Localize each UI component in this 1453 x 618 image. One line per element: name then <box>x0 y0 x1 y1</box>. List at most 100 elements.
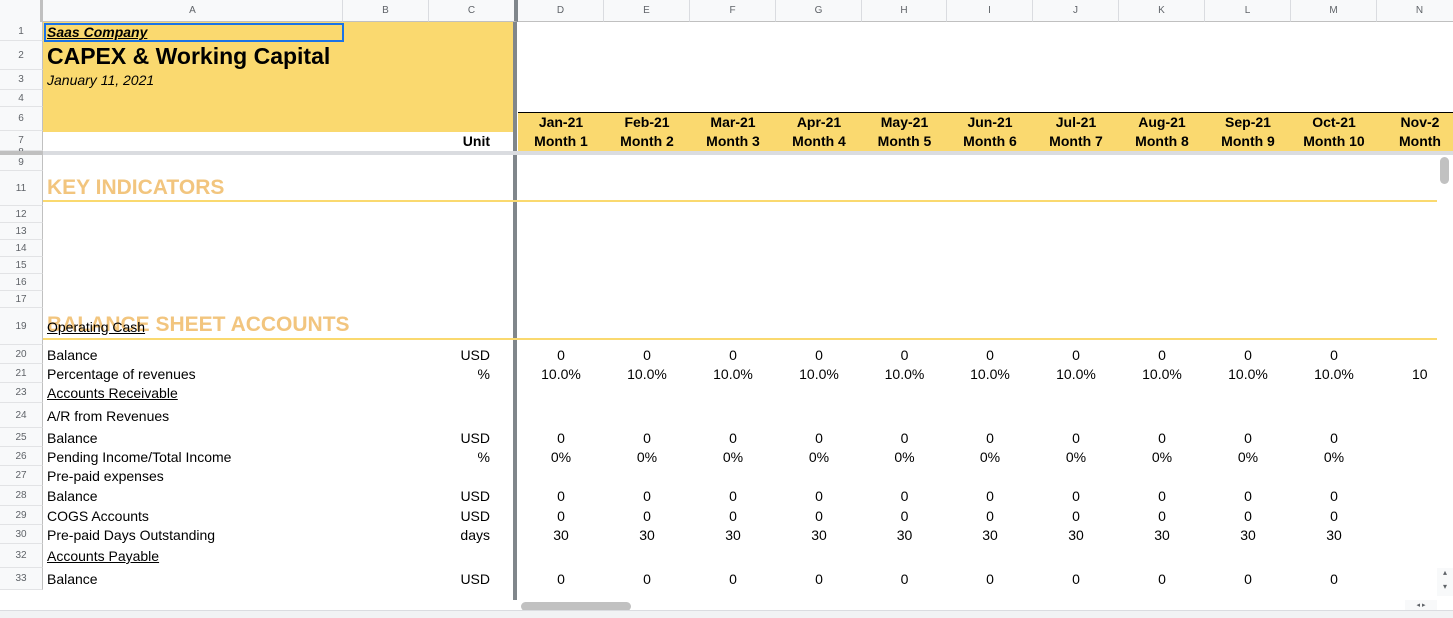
row-header-11[interactable]: 11 <box>0 171 43 206</box>
row-header-25[interactable]: 25 <box>0 428 43 447</box>
row-header-1[interactable]: 1 <box>0 22 43 41</box>
column-header-l[interactable]: L <box>1205 0 1291 22</box>
data-cell[interactable]: 10.0% <box>947 364 1033 383</box>
column-header-a[interactable]: A <box>43 0 343 22</box>
row-header-6[interactable]: 6 <box>0 107 43 131</box>
data-cell[interactable]: 10.0% <box>862 364 947 383</box>
row-header-33[interactable]: 33 <box>0 568 43 590</box>
row-header-30[interactable]: 30 <box>0 525 43 544</box>
row-header-17[interactable]: 17 <box>0 291 43 308</box>
data-cell[interactable]: 0% <box>604 447 690 466</box>
vertical-scrollbar[interactable] <box>1437 155 1453 600</box>
column-header-d[interactable]: D <box>518 0 604 22</box>
data-cell[interactable]: 0 <box>604 568 690 590</box>
data-cell[interactable]: 0 <box>690 345 776 364</box>
row-header-14[interactable]: 14 <box>0 240 43 257</box>
column-header-b[interactable]: B <box>343 0 429 22</box>
data-cell[interactable]: 0 <box>862 345 947 364</box>
data-cell[interactable]: 0 <box>862 486 947 506</box>
row-header-13[interactable]: 13 <box>0 223 43 240</box>
data-cell[interactable]: 30 <box>604 525 690 544</box>
data-cell[interactable]: 0 <box>690 428 776 447</box>
data-cell[interactable]: 10.0% <box>776 364 862 383</box>
row-header-16[interactable]: 16 <box>0 274 43 291</box>
column-header-i[interactable]: I <box>947 0 1033 22</box>
data-cell[interactable]: 0 <box>947 428 1033 447</box>
data-cell[interactable]: 0 <box>1033 428 1119 447</box>
column-header-h[interactable]: H <box>862 0 947 22</box>
row-header-32[interactable]: 32 <box>0 544 43 568</box>
row-header-28[interactable]: 28 <box>0 486 43 506</box>
column-header-j[interactable]: J <box>1033 0 1119 22</box>
data-cell[interactable]: 0% <box>1291 447 1377 466</box>
data-cell[interactable]: 0 <box>947 568 1033 590</box>
data-cell[interactable]: 0 <box>690 486 776 506</box>
data-cell[interactable]: 0 <box>1205 506 1291 525</box>
data-cell[interactable]: 0 <box>1291 345 1377 364</box>
data-cell[interactable]: 0 <box>862 506 947 525</box>
row-header-15[interactable]: 15 <box>0 257 43 274</box>
data-cell[interactable]: 10.0% <box>1033 364 1119 383</box>
row-header-29[interactable]: 29 <box>0 506 43 525</box>
data-cell[interactable]: 0 <box>1291 568 1377 590</box>
data-cell[interactable]: 30 <box>1291 525 1377 544</box>
data-cell[interactable]: 0 <box>1205 428 1291 447</box>
data-cell[interactable]: 0 <box>1205 568 1291 590</box>
data-cell[interactable]: 0% <box>1205 447 1291 466</box>
column-header-e[interactable]: E <box>604 0 690 22</box>
data-cell[interactable]: 0 <box>1291 506 1377 525</box>
row-header-24[interactable]: 24 <box>0 403 43 428</box>
data-cell[interactable]: 0 <box>947 486 1033 506</box>
data-cell[interactable]: 10.0% <box>1119 364 1205 383</box>
data-cell[interactable]: 0 <box>518 486 604 506</box>
freeze-row-handle[interactable] <box>0 151 43 155</box>
data-cell[interactable]: 30 <box>1205 525 1291 544</box>
column-header-c[interactable]: C <box>429 0 518 22</box>
data-cell[interactable]: 0 <box>776 568 862 590</box>
data-cell[interactable]: 0 <box>776 486 862 506</box>
data-cell[interactable]: 0 <box>1119 506 1205 525</box>
row-header-23[interactable]: 23 <box>0 383 43 403</box>
column-header-n[interactable]: N <box>1377 0 1453 22</box>
data-cell[interactable]: 0 <box>862 568 947 590</box>
data-cell[interactable]: 10.0% <box>518 364 604 383</box>
data-cell[interactable]: 0 <box>604 486 690 506</box>
scroll-down-arrow[interactable]: ▾ <box>1437 582 1453 596</box>
data-cell[interactable]: 0% <box>518 447 604 466</box>
scroll-up-arrow[interactable]: ▴ <box>1437 568 1453 582</box>
data-cell[interactable]: 30 <box>862 525 947 544</box>
column-header-f[interactable]: F <box>690 0 776 22</box>
row-header-2[interactable]: 2 <box>0 41 43 70</box>
data-cell[interactable]: 0 <box>518 568 604 590</box>
vertical-scroll-thumb[interactable] <box>1440 157 1449 184</box>
data-cell[interactable]: 0 <box>1119 568 1205 590</box>
data-cell[interactable]: 30 <box>690 525 776 544</box>
data-cell[interactable]: 10.0% <box>1291 364 1377 383</box>
data-cell[interactable]: 0 <box>1033 345 1119 364</box>
data-cell[interactable]: 0 <box>776 506 862 525</box>
data-cell[interactable]: 0 <box>1033 486 1119 506</box>
row-header-9[interactable]: 9 <box>0 155 43 171</box>
data-cell[interactable]: 0 <box>604 506 690 525</box>
data-cell[interactable]: 0% <box>862 447 947 466</box>
data-cell[interactable]: 10.0% <box>1205 364 1291 383</box>
data-cell[interactable]: 10.( <box>1377 364 1427 383</box>
data-cell[interactable]: 10.0% <box>690 364 776 383</box>
data-cell[interactable]: 0 <box>1205 345 1291 364</box>
data-cell[interactable]: 10.0% <box>604 364 690 383</box>
data-cell[interactable]: 0 <box>1033 568 1119 590</box>
data-cell[interactable]: 0 <box>690 506 776 525</box>
data-cell[interactable]: 0% <box>1119 447 1205 466</box>
freeze-row-divider[interactable] <box>43 151 1453 155</box>
data-cell[interactable]: 0% <box>947 447 1033 466</box>
data-cell[interactable]: 0 <box>862 428 947 447</box>
data-cell[interactable]: 30 <box>776 525 862 544</box>
row-header-4[interactable]: 4 <box>0 90 43 107</box>
data-cell[interactable]: 0 <box>1291 486 1377 506</box>
select-all-corner[interactable] <box>0 0 43 22</box>
data-cell[interactable]: 0 <box>1291 428 1377 447</box>
data-cell[interactable]: 0 <box>604 345 690 364</box>
data-cell[interactable]: 0 <box>518 428 604 447</box>
row-header-20[interactable]: 20 <box>0 345 43 364</box>
data-cell[interactable]: 0% <box>690 447 776 466</box>
